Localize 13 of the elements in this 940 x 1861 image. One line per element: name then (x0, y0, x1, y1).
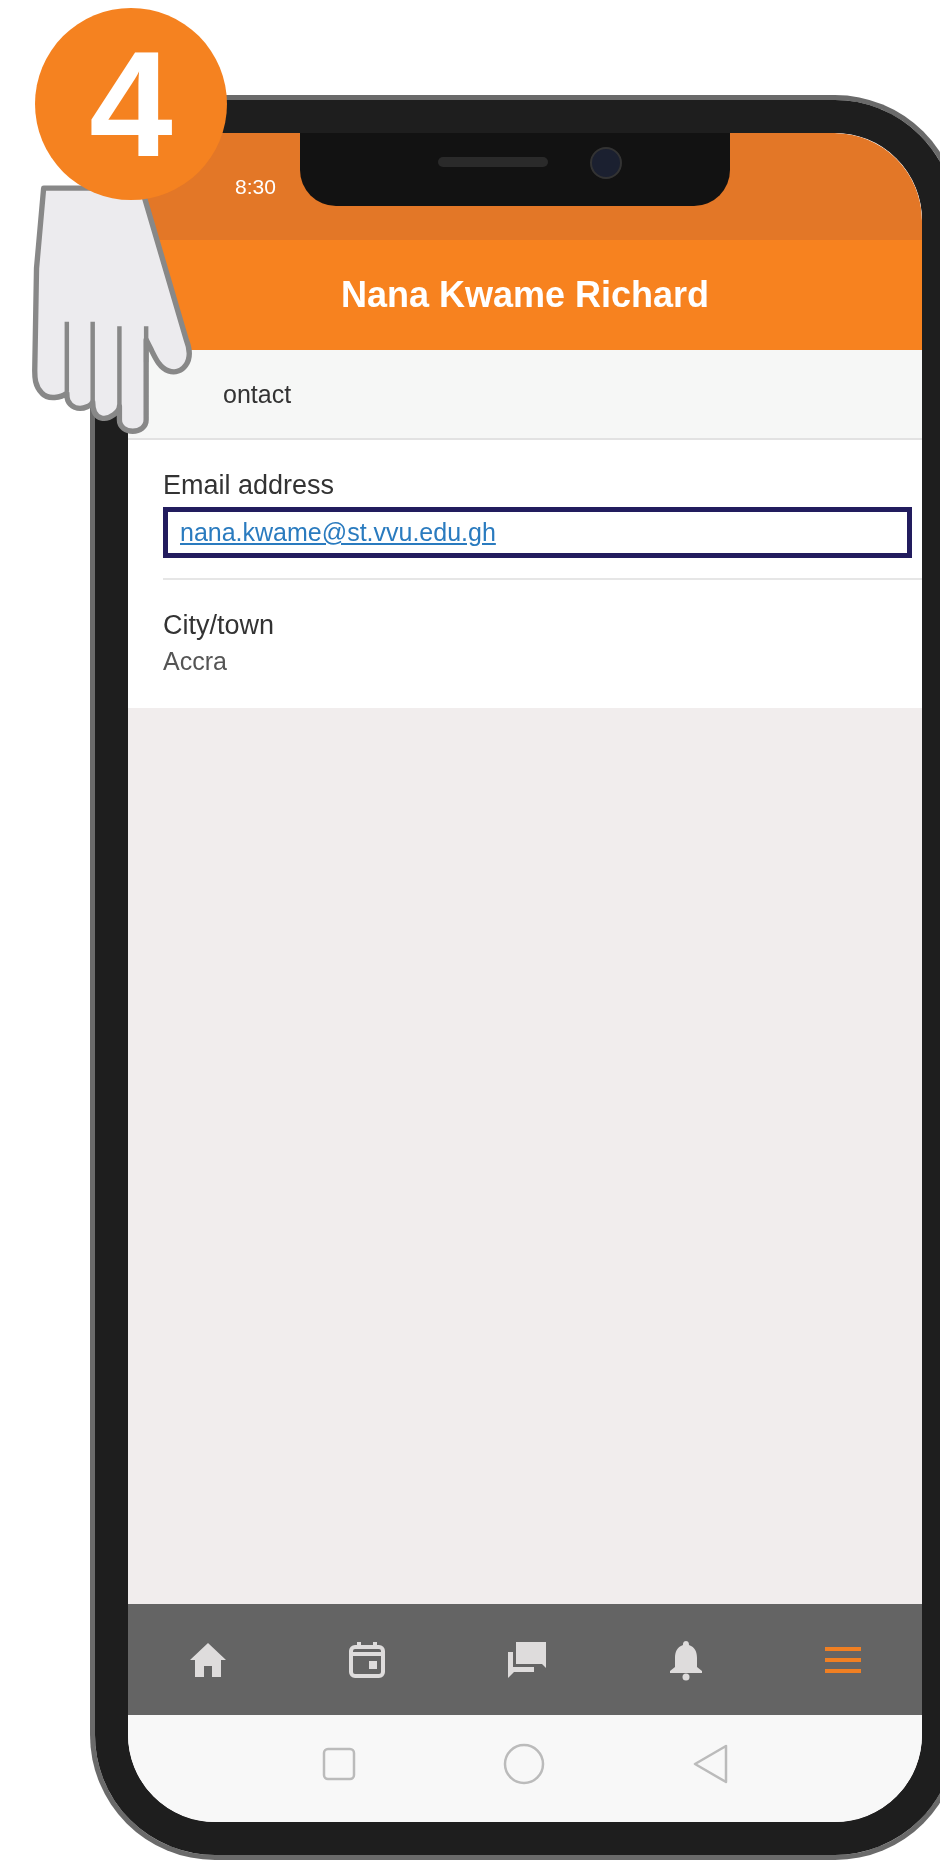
field-label: Email address (163, 470, 336, 501)
section-title: ontact (223, 379, 292, 409)
field-value: Accra (163, 647, 227, 675)
status-time: 8:30 (235, 174, 276, 199)
chat-icon (506, 1639, 548, 1680)
step-badge: 4 (35, 8, 227, 200)
header-title: Nana Kwame Richard (340, 274, 710, 316)
bell-icon (668, 1638, 704, 1681)
calendar-icon (348, 1640, 386, 1679)
home-icon (188, 1640, 228, 1679)
menu-icon (824, 1644, 862, 1675)
field-label: City/town (163, 610, 276, 641)
email-link[interactable]: nana.kwame@st.vvu.edu.gh (180, 518, 496, 546)
